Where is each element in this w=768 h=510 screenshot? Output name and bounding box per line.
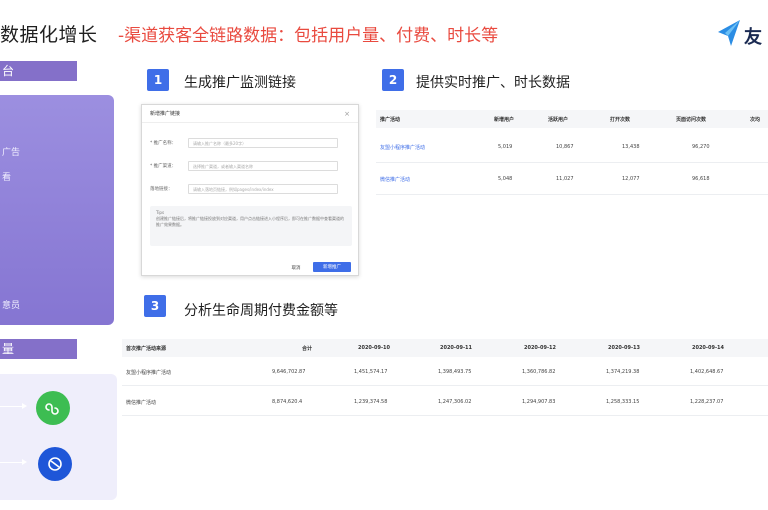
- table-cell: 96,618: [692, 176, 710, 182]
- step-title-3: 分析生命周期付费金额等: [184, 303, 338, 319]
- step-number-2: 2: [382, 69, 404, 91]
- table-cell: 1,247,306.02: [438, 399, 472, 405]
- table-cell: 13,438: [622, 144, 640, 150]
- table-cell: 10,867: [556, 144, 574, 150]
- field-label: 落地链接：: [150, 186, 173, 192]
- logo-text: 友: [744, 27, 762, 48]
- cancel-button[interactable]: 取消: [286, 263, 306, 273]
- channel-card: [0, 374, 117, 500]
- page-subtitle: -渠道获客全链路数据：包括用户量、付费、时长等: [118, 26, 499, 46]
- close-icon[interactable]: ×: [344, 110, 350, 118]
- table-cell: 1,239,374.58: [354, 399, 388, 405]
- column-header: 2020-09-10: [358, 345, 390, 351]
- tip-text: 创建推广链接后，将推广链接投放到对应渠道，用户点击链接进入小程序后，即可在推广数…: [156, 216, 344, 227]
- column-header: 活跃用户: [548, 117, 569, 123]
- table-cell: 1,228,237.07: [690, 399, 724, 405]
- row-divider: [376, 194, 768, 195]
- step-number-1: 1: [147, 69, 169, 91]
- promo-channel-input[interactable]: 选择推广渠道，或者输入渠道名称: [188, 160, 338, 171]
- table-cell: 96,270: [692, 144, 710, 150]
- table-cell: 友盟小程序推广活动: [126, 370, 172, 376]
- table-cell: 1,402,648.67: [690, 369, 724, 375]
- add-promo-button[interactable]: 新增推广: [313, 262, 351, 272]
- mini-program-icon: [36, 391, 70, 425]
- dialog-title: 新增推广链接: [150, 111, 181, 117]
- panel-item: 看: [2, 173, 12, 183]
- left-section-label-bottom: 量: [0, 339, 77, 359]
- panel-item: 意员: [2, 301, 21, 311]
- arrow-icon: [0, 459, 27, 465]
- column-header: 推广活动: [380, 117, 401, 123]
- left-section-label-top: 台: [0, 61, 77, 81]
- column-header: 打开次数: [610, 117, 631, 123]
- table-cell: 9,646,702.87: [272, 369, 306, 375]
- row-divider: [376, 162, 768, 163]
- column-header: 页面访问次数: [676, 117, 707, 123]
- field-label: * 推广渠道：: [150, 163, 177, 169]
- left-feature-panel: 广告 看 意员: [0, 95, 114, 325]
- table-cell-link[interactable]: 微信推广活动: [380, 176, 410, 183]
- brand-logo: 友: [716, 18, 768, 50]
- landing-link-input[interactable]: 请输入落地页链接，例如pages/index/index: [188, 183, 338, 194]
- panel-item: 广告: [2, 148, 21, 158]
- column-header: 2020-09-12: [524, 345, 556, 351]
- browser-icon: [38, 447, 72, 481]
- table-cell: 5,048: [498, 176, 513, 182]
- step-title-2: 提供实时推广、时长数据: [416, 75, 570, 91]
- arrow-icon: [0, 403, 27, 409]
- table-cell: 微信推广活动: [126, 400, 157, 406]
- row-divider: [122, 385, 768, 386]
- table-cell: 5,019: [498, 144, 513, 150]
- page-title: 数据化增长: [0, 24, 98, 46]
- column-header: 首次推广活动来源: [126, 346, 167, 352]
- field-label: * 推广名称：: [150, 140, 177, 146]
- row-divider: [122, 415, 768, 416]
- column-header: 2020-09-13: [608, 345, 640, 351]
- column-header: 次均: [750, 117, 761, 123]
- table-cell: 12,077: [622, 176, 640, 182]
- column-header: 合计: [302, 346, 313, 352]
- table-cell-link[interactable]: 友盟小程序推广活动: [380, 144, 425, 151]
- step-title-1: 生成推广监测链接: [184, 75, 296, 91]
- umeng-bird-icon: [718, 20, 740, 46]
- table-cell: 1,374,219.38: [606, 369, 640, 375]
- dialog-tip: Tips 创建推广链接后，将推广链接投放到对应渠道，用户点击链接进入小程序后，即…: [150, 206, 352, 246]
- column-header: 2020-09-11: [440, 345, 472, 351]
- new-link-dialog: 新增推广链接 × * 推广名称： 请输入推广名称（最多20字） * 推广渠道： …: [141, 104, 359, 276]
- column-header: 新增用户: [494, 117, 515, 123]
- step-number-3: 3: [144, 295, 166, 317]
- table-cell: 1,398,493.75: [438, 369, 472, 375]
- promo-name-input[interactable]: 请输入推广名称（最多20字）: [188, 137, 338, 148]
- table-cell: 11,027: [556, 176, 574, 182]
- table-cell: 1,451,574.17: [354, 369, 388, 375]
- table-cell: 8,874,620.4: [272, 399, 303, 405]
- table-cell: 1,360,786.82: [522, 369, 556, 375]
- table-cell: 1,294,907.83: [522, 399, 556, 405]
- table-cell: 1,258,333.15: [606, 399, 640, 405]
- table-header-row: [376, 110, 768, 128]
- column-header: 2020-09-14: [692, 345, 724, 351]
